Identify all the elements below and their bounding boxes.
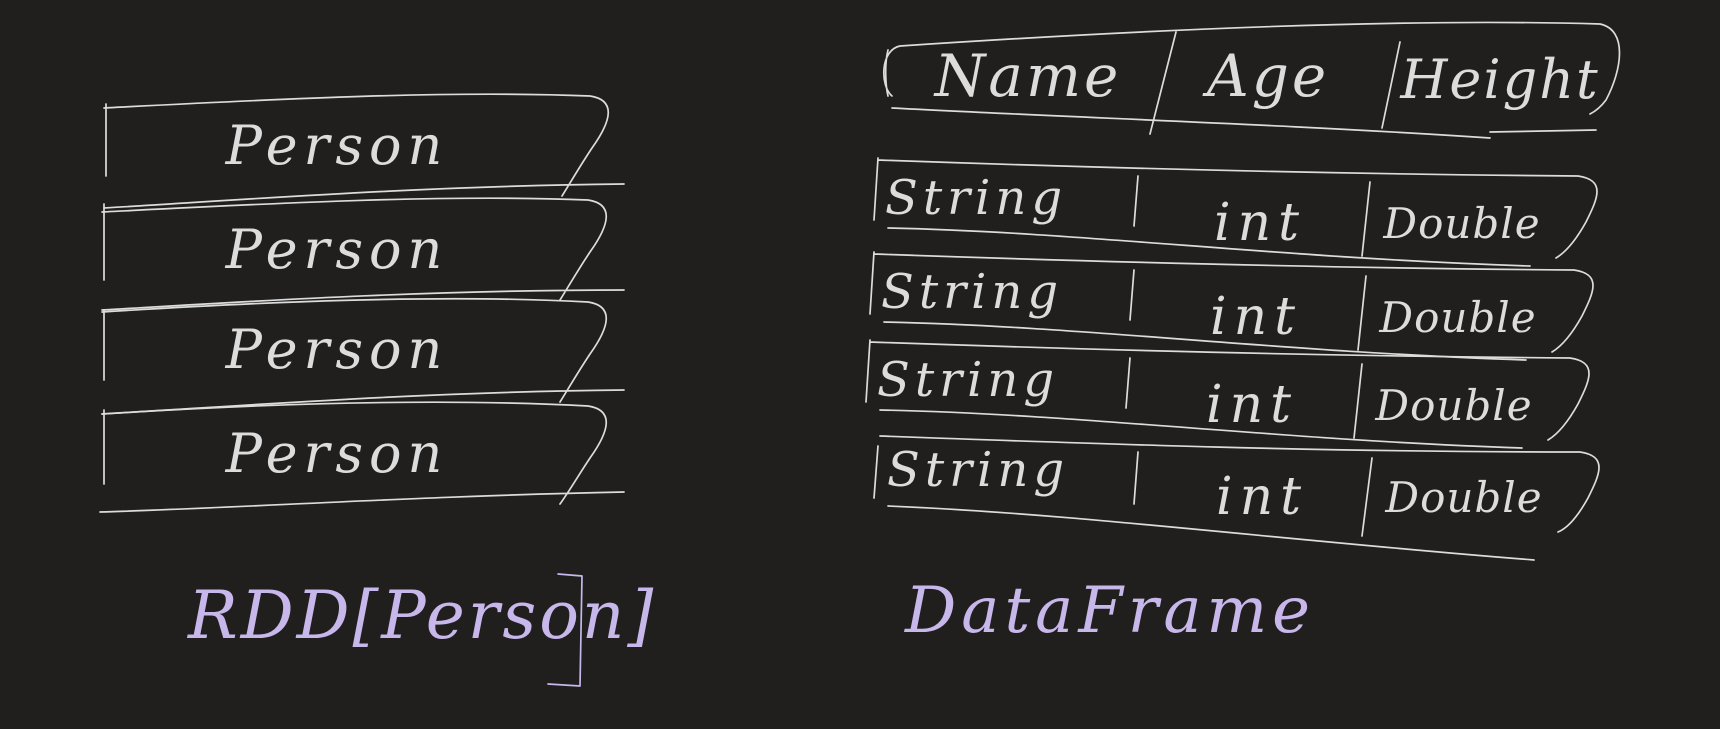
rdd-row: Person bbox=[101, 197, 625, 311]
dataframe-cell-divider bbox=[1353, 363, 1363, 439]
rdd-row-label: Person bbox=[225, 422, 449, 485]
dataframe-header-row: Name Age Height bbox=[882, 21, 1621, 139]
header-column-divider bbox=[1149, 31, 1177, 135]
dataframe-cell: int bbox=[1216, 467, 1308, 527]
dataframe-cell-divider bbox=[1361, 457, 1373, 537]
dataframe-cell-divider bbox=[1357, 275, 1367, 351]
rdd-row-label: Person bbox=[225, 218, 449, 281]
dataframe-caption: DataFrame bbox=[904, 574, 1315, 648]
dataframe-cell-divider bbox=[1361, 181, 1371, 257]
rdd-row: Person bbox=[101, 297, 625, 415]
dataframe-row: String int Double bbox=[873, 435, 1600, 561]
dataframe-cell: int bbox=[1210, 287, 1302, 347]
rdd-row-label: Person bbox=[225, 114, 449, 177]
dataframe-cell: int bbox=[1206, 375, 1298, 435]
rdd-diagram: Person Person Person Person RDD[Person] bbox=[99, 93, 656, 687]
header-column-divider bbox=[1381, 41, 1401, 129]
header-cell: Name bbox=[933, 42, 1122, 110]
dataframe-cell-divider bbox=[1133, 175, 1139, 227]
dataframe-cell-divider bbox=[1133, 451, 1139, 505]
dataframe-cell: Double bbox=[1382, 199, 1540, 248]
dataframe-cell: int bbox=[1214, 193, 1306, 253]
header-cell: Height bbox=[1399, 48, 1599, 111]
rdd-row-label: Person bbox=[225, 318, 449, 381]
dataframe-cell: Double bbox=[1384, 473, 1542, 522]
dataframe-row: String int Double bbox=[865, 339, 1590, 449]
dataframe-row: String int Double bbox=[869, 251, 1594, 361]
header-cell: Age bbox=[1202, 42, 1329, 110]
rdd-vs-dataframe-sketch: Person Person Person Person RDD[Person] … bbox=[99, 21, 1621, 687]
dataframe-cell: String bbox=[877, 352, 1059, 408]
rdd-caption: RDD[Person] bbox=[187, 577, 656, 654]
rdd-row: Person bbox=[103, 93, 625, 209]
rdd-row: Person bbox=[99, 401, 625, 513]
dataframe-cell: String bbox=[887, 442, 1069, 498]
dataframe-cell-divider bbox=[1129, 269, 1135, 321]
dataframe-row: String int Double bbox=[873, 157, 1598, 267]
dataframe-cell: String bbox=[881, 264, 1063, 320]
rdd-caption-group: RDD[Person] bbox=[187, 573, 656, 687]
dataframe-cell: Double bbox=[1374, 381, 1532, 430]
dataframe-cell-divider bbox=[1125, 357, 1131, 409]
dataframe-cell: String bbox=[885, 170, 1067, 226]
dataframe-diagram: Name Age Height String int Double String… bbox=[865, 21, 1621, 648]
dataframe-cell: Double bbox=[1378, 293, 1536, 342]
